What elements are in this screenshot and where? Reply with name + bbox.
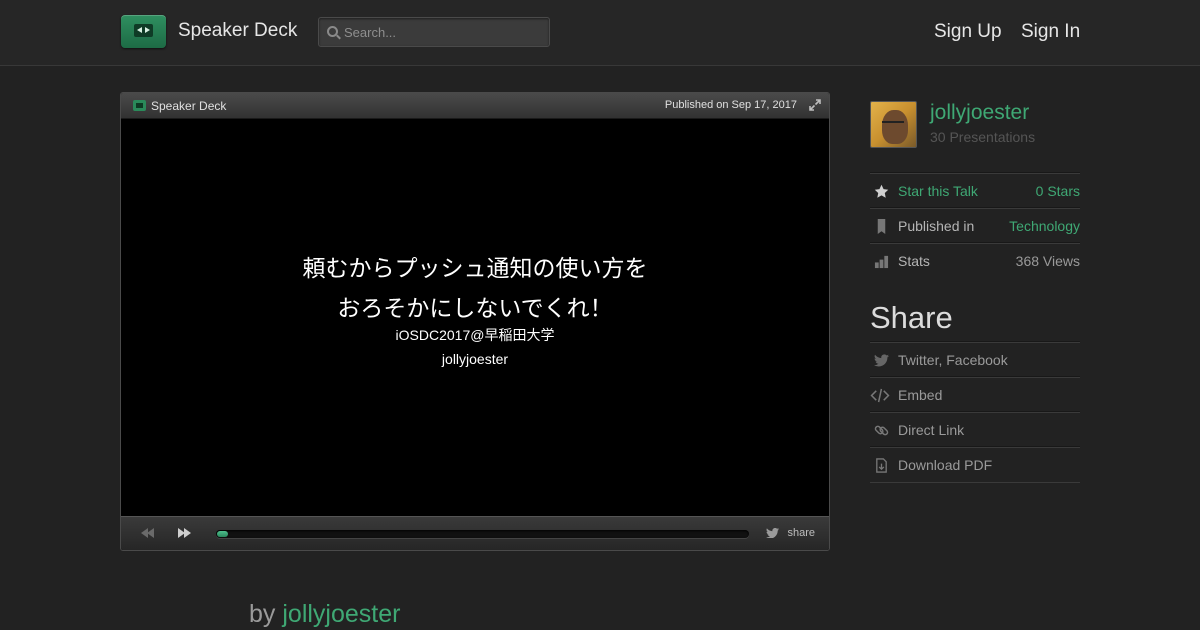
speaker-deck-mini-logo-icon[interactable] — [133, 100, 146, 111]
star-this-talk-link[interactable]: Star this Talk — [898, 183, 978, 199]
twitter-bird-icon[interactable] — [766, 528, 779, 538]
search-icon — [327, 26, 338, 37]
search-input[interactable] — [344, 21, 544, 43]
author-name-link[interactable]: jollyjoester — [930, 101, 1029, 125]
stats-label: Stats — [898, 253, 930, 269]
pdf-file-icon — [876, 458, 887, 473]
player-top-bar: Speaker Deck Published on Sep 17, 2017 — [121, 93, 829, 119]
bookmark-icon — [877, 219, 886, 234]
view-count: 368 Views — [1015, 253, 1080, 269]
progress-fill — [217, 531, 228, 537]
speaker-deck-logo-icon[interactable] — [121, 15, 166, 48]
link-icon — [874, 425, 889, 436]
slide-event: iOSDC2017@早稲田大学 — [395, 327, 555, 343]
share-embed[interactable]: Embed — [870, 377, 1080, 412]
next-slide-button[interactable] — [178, 528, 194, 539]
code-icon — [870, 388, 890, 403]
share-twitter-facebook-label[interactable]: Twitter, Facebook — [898, 352, 1008, 368]
twitter-icon — [874, 354, 889, 367]
progress-bar[interactable] — [216, 530, 749, 538]
slide-author: jollyjoester — [441, 351, 509, 367]
stats-row: Stats 368 Views — [870, 243, 1080, 278]
byline-author-link[interactable]: jollyjoester — [282, 600, 400, 628]
slide-player: Speaker Deck Published on Sep 17, 2017 頼… — [120, 92, 830, 551]
sign-up-link[interactable]: Sign Up — [934, 21, 1002, 43]
author-avatar[interactable] — [870, 101, 917, 148]
fullscreen-icon[interactable] — [809, 99, 821, 111]
site-header: Speaker Deck Sign Up Sign In — [0, 0, 1200, 66]
published-in-label: Published in — [898, 218, 975, 234]
brand-name[interactable]: Speaker Deck — [178, 20, 297, 42]
previous-slide-button[interactable] — [141, 528, 157, 539]
share-download-pdf[interactable]: Download PDF — [870, 447, 1080, 483]
sign-in-link[interactable]: Sign In — [1021, 21, 1080, 43]
share-direct-link-label[interactable]: Direct Link — [898, 422, 964, 438]
current-slide[interactable]: 頼むからプッシュ通知の使い方を おろそかにしないでくれ！ iOSDC2017@早… — [121, 119, 829, 516]
byline-prefix: by — [249, 600, 276, 628]
player-controls: share — [121, 516, 829, 550]
share-twitter-facebook[interactable]: Twitter, Facebook — [870, 342, 1080, 377]
download-pdf-label[interactable]: Download PDF — [898, 457, 992, 473]
category-link[interactable]: Technology — [1009, 218, 1080, 234]
star-count: 0 Stars — [1035, 183, 1080, 199]
player-share-link[interactable]: share — [787, 527, 815, 539]
share-heading: Share — [870, 300, 953, 335]
slide-title: 頼むからプッシュ通知の使い方を おろそかにしないでくれ！ — [302, 256, 648, 322]
published-in-row: Published in Technology — [870, 208, 1080, 243]
star-icon — [874, 184, 889, 198]
player-brand[interactable]: Speaker Deck — [151, 99, 226, 113]
published-date: Published on Sep 17, 2017 — [664, 99, 797, 111]
search-box[interactable] — [318, 17, 550, 47]
bar-chart-icon — [874, 255, 889, 269]
byline: by jollyjoester — [249, 600, 400, 629]
star-talk-row[interactable]: Star this Talk 0 Stars — [870, 173, 1080, 208]
share-embed-label[interactable]: Embed — [898, 387, 942, 403]
presentation-count: 30 Presentations — [930, 129, 1036, 145]
share-direct-link[interactable]: Direct Link — [870, 412, 1080, 447]
